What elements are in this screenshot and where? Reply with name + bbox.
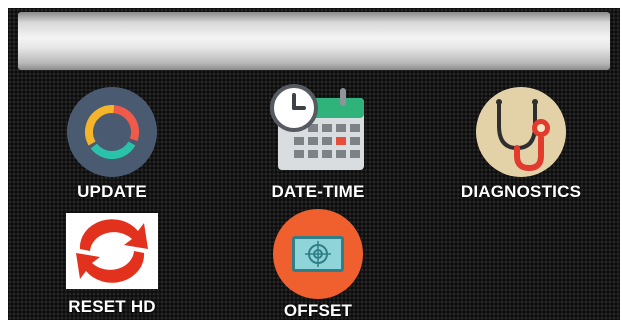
main-screen: UPDATE DATE-TIME DIAGNOSTICS RESET HD OF… <box>8 8 620 320</box>
reset-arrows-icon <box>66 213 158 289</box>
calendar-clock-icon <box>270 84 364 170</box>
title-bar <box>18 12 610 70</box>
reset-hd-label: RESET HD <box>68 297 156 316</box>
diagnostics-label: DIAGNOSTICS <box>460 182 582 201</box>
offset-label: OFFSET <box>283 301 353 320</box>
target-screen-icon <box>273 209 363 299</box>
diagnostics-button[interactable]: DIAGNOSTICS <box>446 86 596 201</box>
offset-button[interactable]: OFFSET <box>263 208 373 320</box>
date-time-button[interactable]: DATE-TIME <box>250 84 386 201</box>
stethoscope-icon <box>476 87 566 177</box>
update-button[interactable]: UPDATE <box>56 86 168 201</box>
date-time-label: DATE-TIME <box>271 182 365 201</box>
update-icon <box>67 87 157 177</box>
update-label: UPDATE <box>77 182 147 201</box>
reset-hd-button[interactable]: RESET HD <box>56 213 168 320</box>
